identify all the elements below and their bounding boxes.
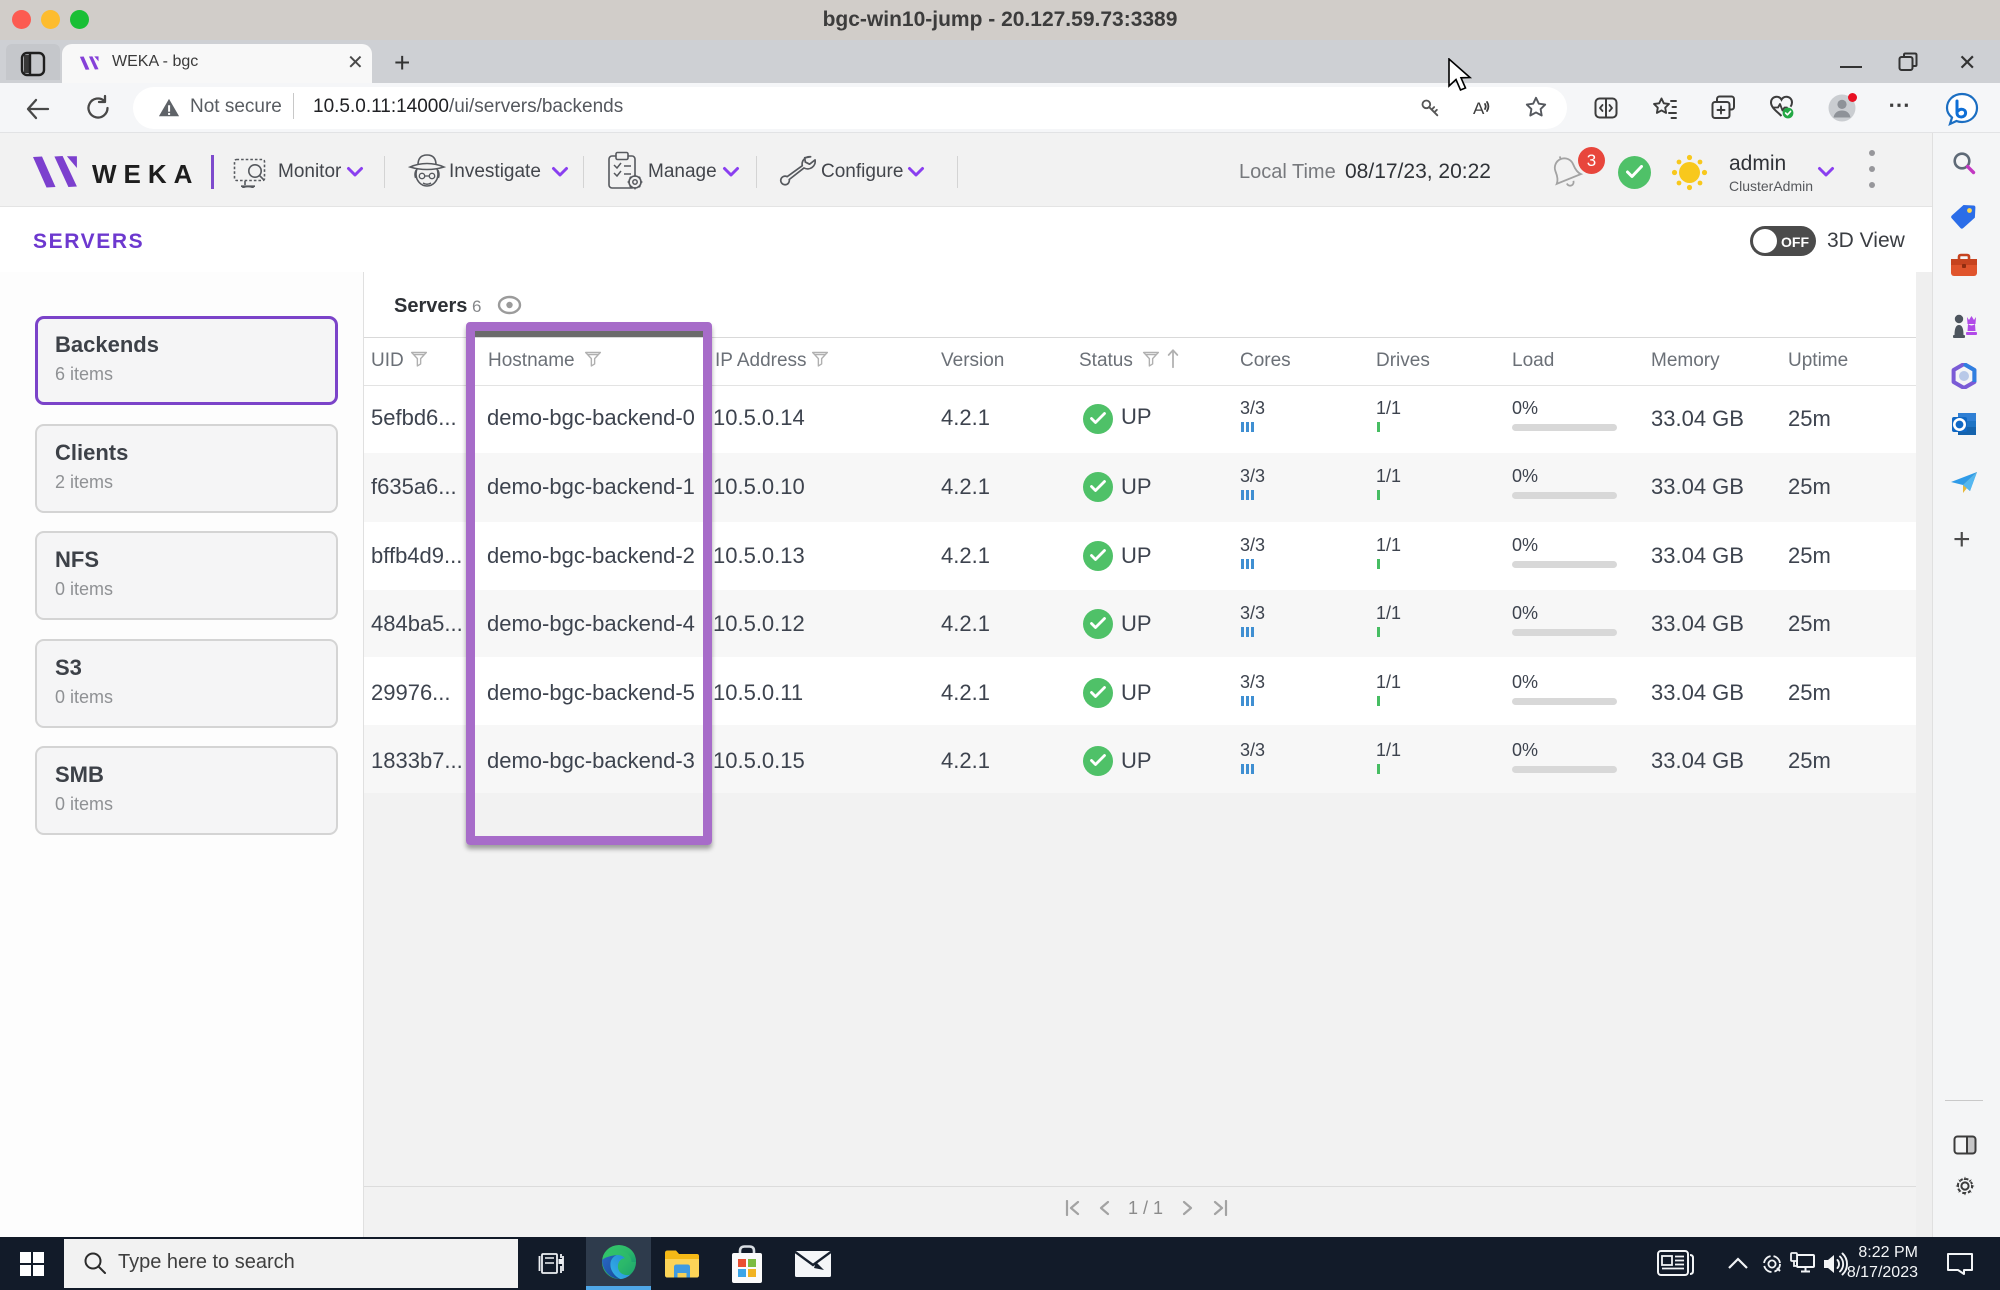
svg-text:A: A — [1473, 99, 1485, 118]
